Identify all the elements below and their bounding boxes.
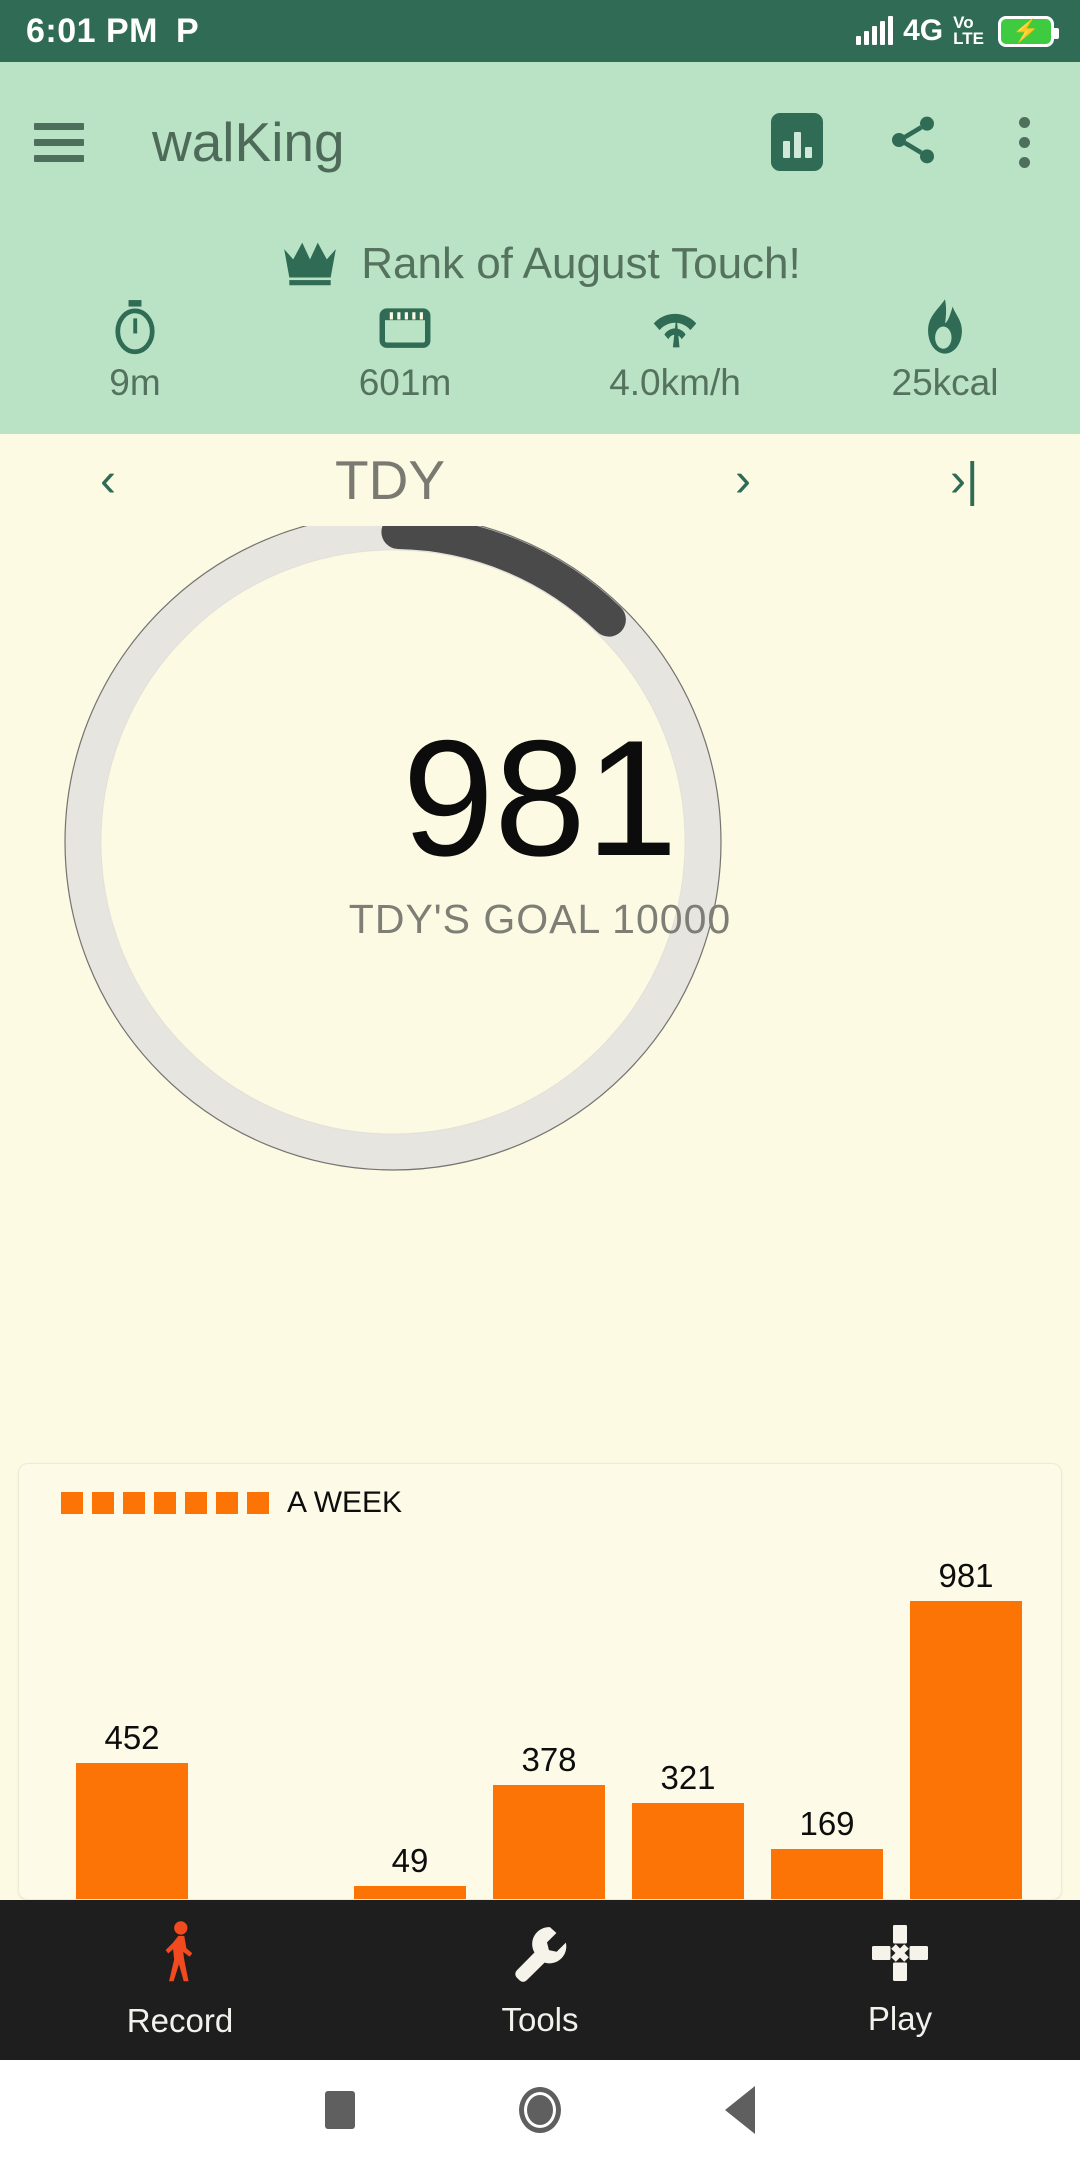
stopwatch-icon <box>109 298 161 356</box>
chart-bar[interactable] <box>76 1762 188 1899</box>
rank-title: Rank of August Touch! <box>361 239 801 288</box>
stats-row: 9m 601m 4.0km/h 25kcal <box>0 298 1080 404</box>
signal-bars-icon <box>856 16 894 45</box>
speedometer-icon <box>646 298 704 356</box>
jump-to-latest-button[interactable]: ›| <box>950 453 978 508</box>
steps-value: 981 <box>402 706 678 890</box>
chart-bar[interactable] <box>493 1785 605 1899</box>
triangle-back-icon <box>725 2086 755 2134</box>
circle-icon <box>519 2087 561 2133</box>
chart-bar[interactable] <box>354 1886 466 1899</box>
gamepad-dpad-icon <box>870 1923 930 1988</box>
stat-calories: 25kcal <box>810 298 1080 404</box>
status-indicators: 4G Vo LTE ⚡ <box>856 14 1059 48</box>
chart-bar-label: 169 <box>799 1805 855 1843</box>
nav-label-record: Record <box>126 2001 234 2039</box>
weekly-chart-card: A WEEK 452 49 378 321 169 981 <box>18 1463 1062 1900</box>
app-bar-actions <box>771 112 1046 173</box>
nav-item-record[interactable]: Record <box>0 1900 360 2060</box>
chart-bar-label: 49 <box>391 1842 429 1880</box>
crown-icon <box>279 236 341 293</box>
rank-band: Rank of August Touch! 9m 601m 4.0km/h 25… <box>0 222 1080 434</box>
app-title: walKing <box>152 111 345 173</box>
stat-distance-value: 601m <box>358 362 452 403</box>
nav-item-play[interactable]: Play <box>720 1900 1080 2060</box>
app-badge-icon: P <box>176 11 199 50</box>
nav-label-tools: Tools <box>501 2000 579 2038</box>
chart-bar[interactable] <box>771 1849 883 1899</box>
status-bar: 6:01 PM P 4G Vo LTE ⚡ <box>0 0 1080 62</box>
date-navigation: ‹ TDY › ›| <box>0 434 1080 526</box>
bottom-navigation: Record Tools Play <box>0 1900 1080 2060</box>
chart-bar[interactable] <box>632 1802 744 1899</box>
share-icon[interactable] <box>885 112 941 173</box>
nav-item-tools[interactable]: Tools <box>360 1900 720 2060</box>
stat-distance: 601m <box>270 298 540 404</box>
next-day-button[interactable]: › <box>735 453 751 508</box>
rank-header: Rank of August Touch! <box>0 222 1080 298</box>
stat-speed-value: 4.0km/h <box>609 362 741 403</box>
stat-calories-value: 25kcal <box>891 362 999 403</box>
nav-label-play: Play <box>867 1999 933 2037</box>
status-time: 6:01 PM <box>26 11 158 50</box>
volte-bottom: LTE <box>953 29 984 48</box>
chart-bar[interactable] <box>910 1601 1022 1899</box>
home-button[interactable] <box>440 2087 640 2133</box>
network-type-label: 4G <box>903 14 944 47</box>
flame-icon <box>922 298 968 356</box>
ruler-icon <box>377 298 433 356</box>
progress-ring: 981 TDY'S GOAL 10000 <box>0 526 1080 1186</box>
stat-duration: 9m <box>0 298 270 404</box>
walking-person-icon <box>156 1920 204 1990</box>
recents-button[interactable] <box>240 2091 440 2129</box>
bar-chart-icon[interactable] <box>771 113 823 171</box>
more-vertical-icon[interactable] <box>1003 116 1046 168</box>
android-system-bar <box>0 2060 1080 2160</box>
chart-bar-label: 321 <box>660 1758 716 1796</box>
chart-bar-label: 378 <box>521 1741 577 1779</box>
chart-bar-label: 452 <box>104 1718 160 1756</box>
bar-chart-plot[interactable]: 452 49 378 321 169 981 <box>19 1464 1061 1899</box>
stat-duration-value: 9m <box>109 362 161 403</box>
main-content: ‹ TDY › ›| 981 TDY'S GOAL 10000 A WEEK 4… <box>0 434 1080 1900</box>
goal-label: TDY'S GOAL 10000 <box>348 896 732 942</box>
back-button[interactable] <box>640 2086 840 2134</box>
square-icon <box>325 2091 355 2129</box>
wrench-icon <box>511 1922 569 1989</box>
battery-charging-icon: ⚡ <box>998 15 1059 47</box>
stat-speed: 4.0km/h <box>540 298 810 404</box>
date-label: TDY <box>335 449 445 511</box>
volte-icon: Vo LTE <box>953 14 984 48</box>
app-bar: walKing <box>0 62 1080 222</box>
chart-bar-label: 981 <box>938 1557 994 1594</box>
hamburger-icon[interactable] <box>34 122 84 162</box>
